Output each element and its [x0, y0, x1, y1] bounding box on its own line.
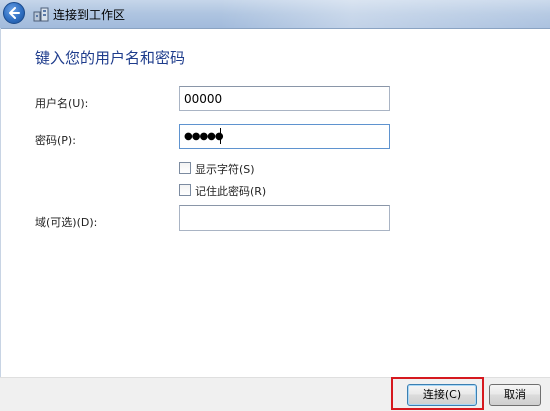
password-label: 密码(P): [35, 134, 76, 147]
network-workplace-icon [33, 6, 49, 22]
text-caret [220, 128, 221, 144]
highlight-box [391, 377, 484, 410]
cancel-button[interactable]: 取消 [489, 384, 541, 406]
password-input[interactable]: ●●●●● [179, 124, 390, 149]
page-heading: 键入您的用户名和密码 [35, 49, 186, 67]
show-characters-label: 显示字符(S) [195, 163, 255, 176]
username-input[interactable] [179, 86, 390, 111]
back-arrow-icon [9, 7, 20, 19]
window-title: 连接到工作区 [53, 8, 126, 22]
title-bar: 连接到工作区 [0, 0, 550, 28]
show-characters-checkbox[interactable] [179, 162, 191, 174]
window-left-edge [0, 28, 1, 377]
back-button[interactable] [3, 2, 25, 24]
remember-password-label: 记住此密码(R) [195, 185, 267, 198]
dialog-content [0, 28, 550, 377]
username-label: 用户名(U): [35, 97, 89, 110]
domain-input[interactable] [179, 205, 390, 231]
remember-password-checkbox[interactable] [179, 184, 191, 196]
title-glass [220, 0, 550, 28]
domain-label: 域(可选)(D): [35, 216, 98, 229]
